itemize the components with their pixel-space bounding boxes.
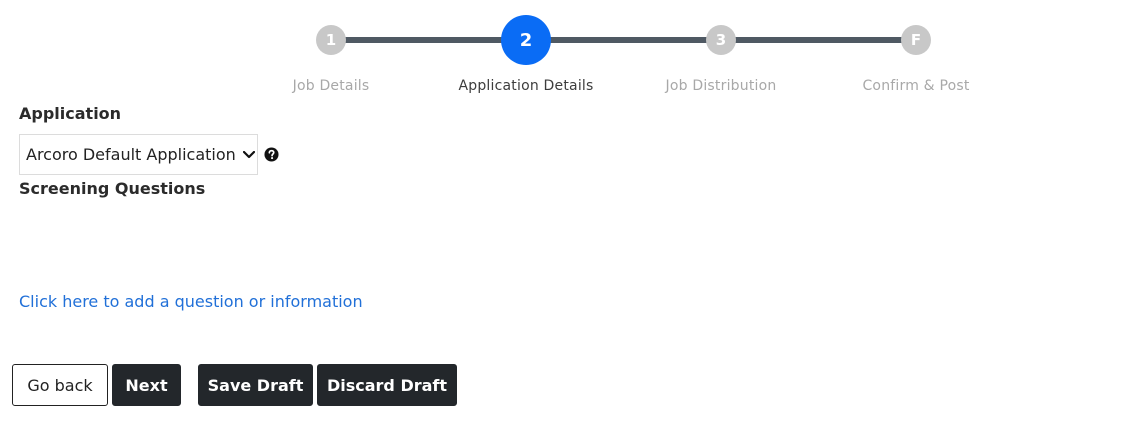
discard-draft-button[interactable]: Discard Draft bbox=[317, 364, 457, 406]
next-button[interactable]: Next bbox=[112, 364, 181, 406]
step-1-label: Job Details bbox=[292, 78, 370, 94]
step-final-label: Confirm & Post bbox=[862, 78, 970, 94]
add-question-link[interactable]: Click here to add a question or informat… bbox=[19, 292, 363, 311]
post-job-page: 1 2 3 F Job Details Application Details … bbox=[0, 0, 1127, 427]
step-final-badge[interactable]: F bbox=[901, 25, 931, 55]
question-circle-icon[interactable] bbox=[264, 147, 279, 162]
progress-stepper: 1 2 3 F Job Details Application Details … bbox=[0, 0, 1127, 100]
screening-questions-heading: Screening Questions bbox=[19, 179, 206, 198]
save-draft-button[interactable]: Save Draft bbox=[198, 364, 313, 406]
step-2-label: Application Details bbox=[458, 78, 594, 94]
application-heading: Application bbox=[19, 104, 122, 123]
step-3-badge[interactable]: 3 bbox=[706, 25, 736, 55]
step-3-label: Job Distribution bbox=[665, 78, 777, 94]
go-back-button[interactable]: Go back bbox=[12, 364, 108, 406]
step-2-badge[interactable]: 2 bbox=[501, 15, 551, 65]
application-select[interactable]: Arcoro Default Application bbox=[19, 134, 258, 175]
stepper-track bbox=[331, 37, 916, 43]
step-1-badge[interactable]: 1 bbox=[316, 25, 346, 55]
application-select-value: Arcoro Default Application bbox=[26, 145, 236, 164]
chevron-down-icon bbox=[242, 148, 256, 162]
